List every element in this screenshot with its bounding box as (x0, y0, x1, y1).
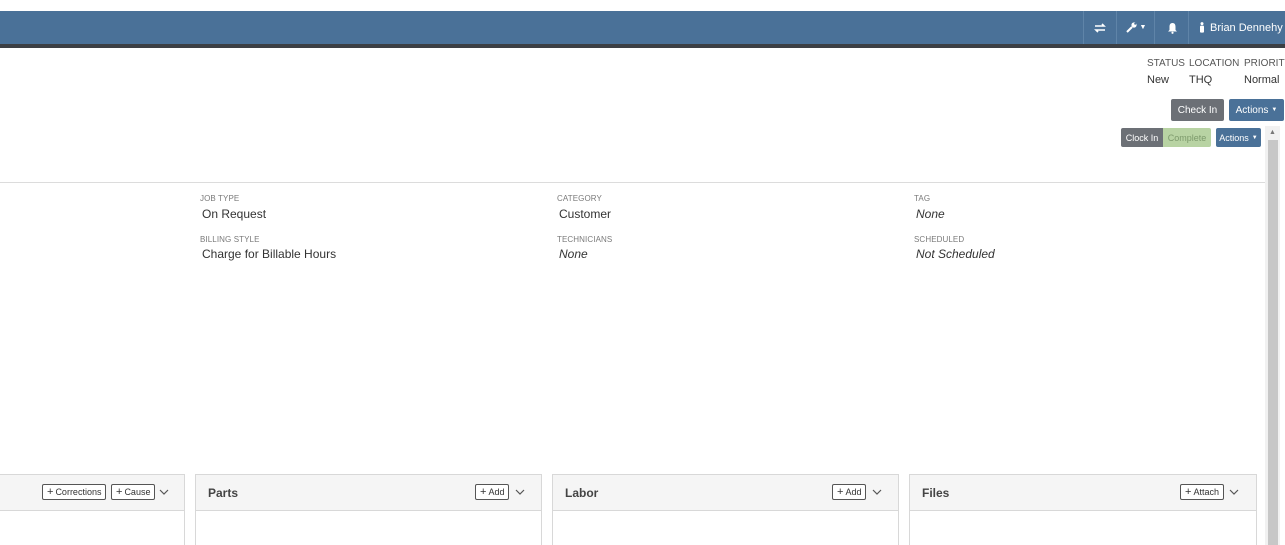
navbar-shadow (0, 44, 1285, 48)
location-label: LOCATION (1189, 58, 1240, 69)
add-part-button[interactable]: + Add (475, 484, 510, 500)
attach-file-button[interactable]: + Attach (1180, 484, 1224, 500)
plus-icon: + (1185, 485, 1192, 498)
chevron-down-icon[interactable] (870, 485, 884, 499)
add-corrections-button[interactable]: + Corrections (42, 484, 107, 500)
files-title: Files (922, 486, 950, 500)
job-type-label: JOB TYPE (200, 194, 240, 203)
location-value: THQ (1189, 74, 1213, 86)
attach-label: Attach (1193, 487, 1219, 497)
labor-panel: Labor + Add (552, 474, 899, 545)
billing-style-label: BILLING STYLE (200, 235, 260, 244)
work-order-page: ▼ Brian Dennehy ▼ STATUS LOCATION PRIORI… (0, 0, 1285, 545)
complete-label: Complete (1167, 132, 1207, 143)
wrench-icon (1125, 21, 1138, 34)
complete-button[interactable]: Complete (1163, 128, 1211, 147)
files-panel: Files + Attach (909, 474, 1257, 545)
technicians-value: None (559, 247, 588, 261)
status-value: New (1147, 74, 1170, 86)
plus-icon: + (837, 485, 844, 498)
billing-style-value: Charge for Billable Hours (202, 247, 337, 261)
category-value: Customer (559, 207, 612, 221)
bell-icon (1167, 22, 1178, 34)
parts-title: Parts (208, 486, 239, 500)
user-icon (1199, 22, 1205, 33)
chevron-down-icon[interactable] (513, 485, 527, 499)
chevron-down-icon: ▼ (1271, 107, 1278, 113)
notifications-button[interactable] (1154, 11, 1189, 44)
tag-label: TAG (914, 194, 931, 203)
transfer-icon (1093, 22, 1107, 34)
add-label: Add (488, 487, 505, 497)
check-in-button[interactable]: Check In (1171, 99, 1224, 121)
plus-icon: + (480, 485, 487, 498)
parts-panel: Parts + Add (195, 474, 542, 545)
labor-panel-header: Labor + Add (553, 475, 898, 511)
chevron-down-icon: ▼ (1251, 134, 1258, 141)
cause-label: Cause (124, 487, 151, 497)
chevron-down-icon: ▼ (1139, 24, 1147, 31)
status-label: STATUS (1147, 58, 1185, 69)
check-in-label: Check In (1177, 104, 1218, 116)
chevron-down-icon[interactable] (157, 485, 171, 499)
secondary-actions-label: Actions (1219, 132, 1249, 143)
files-panel-header: Files + Attach (910, 475, 1256, 511)
tools-menu-button[interactable]: ▼ (1116, 11, 1154, 44)
job-type-value: On Request (202, 207, 267, 221)
add-labor-button[interactable]: + Add (832, 484, 867, 500)
technicians-label: TECHNICIANS (557, 235, 613, 244)
clock-in-button[interactable]: Clock In (1121, 128, 1163, 147)
user-menu[interactable]: Brian Dennehy ▼ (1188, 11, 1285, 44)
tag-value: None (916, 207, 945, 221)
actions-label: Actions (1235, 104, 1269, 116)
chevron-down-icon[interactable] (1227, 485, 1241, 499)
section-divider (0, 182, 1265, 183)
scheduled-label: SCHEDULED (914, 235, 965, 244)
actions-menu-button[interactable]: Actions ▼ (1229, 99, 1284, 121)
corrections-label: Corrections (55, 487, 102, 497)
plus-icon: + (47, 485, 54, 498)
plus-icon: + (116, 485, 123, 498)
add-cause-button[interactable]: + Cause (111, 484, 156, 500)
complaint-panel-header: + Corrections + Cause (0, 475, 184, 511)
labor-title: Labor (565, 486, 599, 500)
priority-label: PRIORITY (1244, 58, 1285, 69)
scroll-up-arrow[interactable]: ▲ (1265, 126, 1280, 138)
scheduled-value: Not Scheduled (916, 247, 995, 261)
parts-panel-header: Parts + Add (196, 475, 541, 511)
priority-value: Normal (1244, 74, 1280, 86)
add-label: Add (845, 487, 862, 497)
category-label: CATEGORY (557, 194, 602, 203)
user-name: Brian Dennehy (1210, 21, 1283, 34)
clock-in-label: Clock In (1125, 132, 1159, 143)
secondary-actions-button[interactable]: Actions ▼ (1216, 128, 1261, 147)
complaint-panel: + Corrections + Cause (0, 474, 185, 545)
transfer-button[interactable] (1083, 11, 1116, 44)
scrollbar-thumb[interactable] (1268, 140, 1278, 545)
